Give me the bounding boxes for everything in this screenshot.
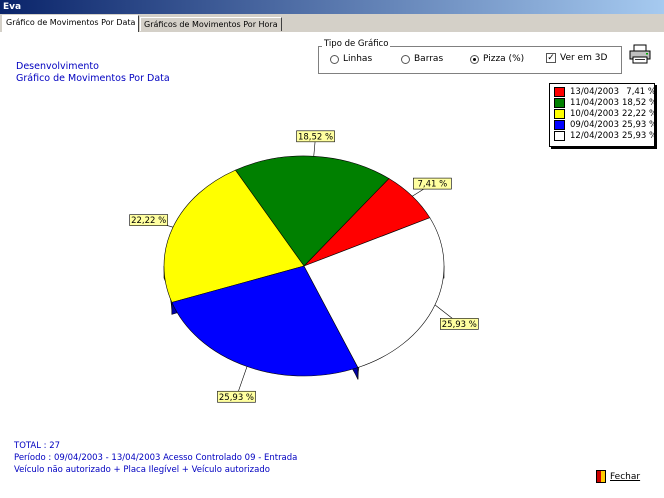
- tab-grafico-por-hora[interactable]: Gráficos de Movimentos Por Hora: [140, 17, 282, 31]
- close-button-label: Fechar: [610, 471, 641, 482]
- legend-value: 25,93 %: [622, 131, 658, 141]
- legend-swatch: [554, 120, 565, 130]
- chart-legend: 13/04/2003 7,41 % 11/04/2003 18,52 % 10/…: [549, 83, 658, 147]
- window-title: Eva: [0, 0, 664, 14]
- legend-date: 09/04/2003: [570, 120, 619, 130]
- footer-filters: Veículo não autorizado + Placa Ilegível …: [14, 465, 270, 475]
- exit-door-icon: [596, 470, 606, 483]
- legend-row: 09/04/2003 25,93 %: [554, 120, 658, 130]
- report-title: Gráfico de Movimentos Por Data: [16, 73, 170, 84]
- chart-type-group-label: Tipo de Gráfico: [322, 39, 391, 49]
- radio-pizza[interactable]: Pizza (%): [470, 54, 524, 64]
- report-subtitle: Desenvolvimento: [16, 61, 99, 72]
- radio-linhas-label: Linhas: [343, 54, 373, 64]
- checkbox-ver-3d-label: Ver em 3D: [560, 53, 608, 63]
- radio-pizza-circle[interactable]: [470, 54, 479, 64]
- footer-period: Período : 09/04/2003 - 13/04/2003 Acesso…: [14, 453, 298, 463]
- tab-grafico-por-data[interactable]: Gráfico de Movimentos Por Data: [2, 15, 139, 32]
- close-button[interactable]: Fechar: [596, 470, 640, 483]
- tab-strip: Gráfico de Movimentos Por Data Gráficos …: [0, 14, 664, 33]
- legend-value: 7,41 %: [626, 87, 656, 97]
- legend-value: 18,52 %: [622, 98, 658, 108]
- legend-swatch: [554, 87, 565, 97]
- legend-date: 12/04/2003: [570, 131, 619, 141]
- legend-value: 25,93 %: [622, 120, 658, 130]
- radio-barras-label: Barras: [414, 54, 444, 64]
- legend-date: 13/04/2003: [570, 87, 619, 97]
- legend-swatch: [554, 109, 565, 119]
- legend-row: 12/04/2003 25,93 %: [554, 131, 658, 141]
- legend-value: 22,22 %: [622, 109, 658, 119]
- legend-row: 11/04/2003 18,52 %: [554, 98, 658, 108]
- legend-row: 13/04/2003 7,41 %: [554, 87, 656, 97]
- radio-barras-circle[interactable]: [401, 54, 410, 64]
- radio-linhas[interactable]: Linhas: [330, 54, 372, 64]
- checkbox-ver-3d[interactable]: ✓ Ver em 3D: [546, 53, 607, 63]
- legend-date: 10/04/2003: [570, 109, 619, 119]
- legend-swatch: [554, 131, 565, 141]
- radio-barras[interactable]: Barras: [401, 54, 443, 64]
- radio-pizza-label: Pizza (%): [483, 54, 525, 64]
- footer-total: TOTAL : 27: [14, 441, 61, 451]
- legend-row: 10/04/2003 22,22 %: [554, 109, 658, 119]
- radio-linhas-circle[interactable]: [330, 54, 339, 64]
- legend-date: 11/04/2003: [570, 98, 619, 108]
- checkbox-ver-3d-box[interactable]: ✓: [546, 53, 556, 63]
- legend-swatch: [554, 98, 565, 108]
- printer-icon[interactable]: [628, 44, 652, 64]
